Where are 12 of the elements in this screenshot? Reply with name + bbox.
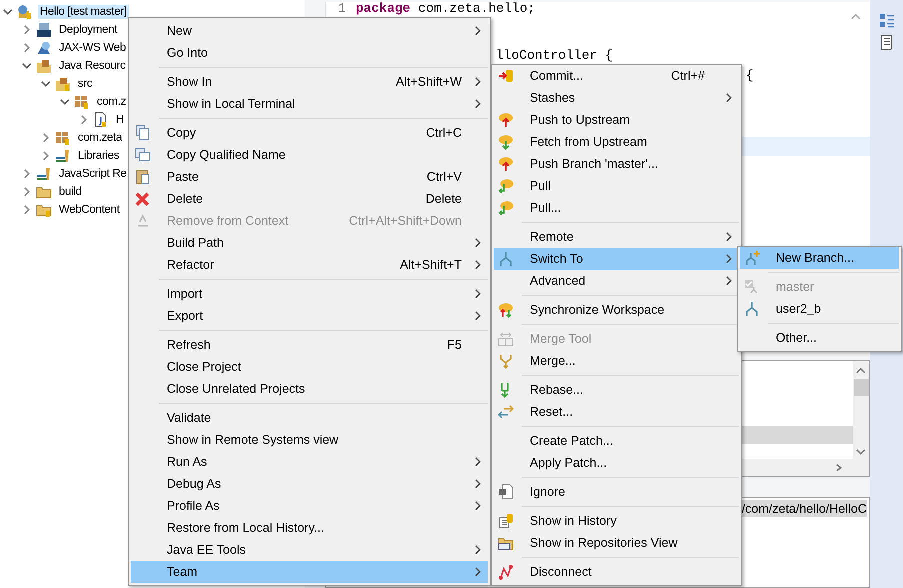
code-line: package com.zeta.hello; bbox=[356, 2, 536, 16]
shortcut-text: Ctrl+Alt+Shift+Down bbox=[349, 214, 463, 228]
shortcut-text: Alt+Shift+W bbox=[396, 75, 463, 89]
shortcut-text: Alt+Shift+T bbox=[400, 258, 463, 272]
shortcut-text: Delete bbox=[426, 192, 463, 206]
shortcut-text: F5 bbox=[447, 338, 463, 352]
code-line: lloController { bbox=[496, 48, 614, 62]
code-line: { bbox=[746, 68, 754, 82]
shortcut-text: Ctrl+V bbox=[426, 170, 463, 184]
shortcut-text: Ctrl+C bbox=[426, 126, 463, 140]
shortcut-text: Ctrl+# bbox=[671, 69, 706, 83]
line-number: 1 bbox=[337, 2, 346, 16]
